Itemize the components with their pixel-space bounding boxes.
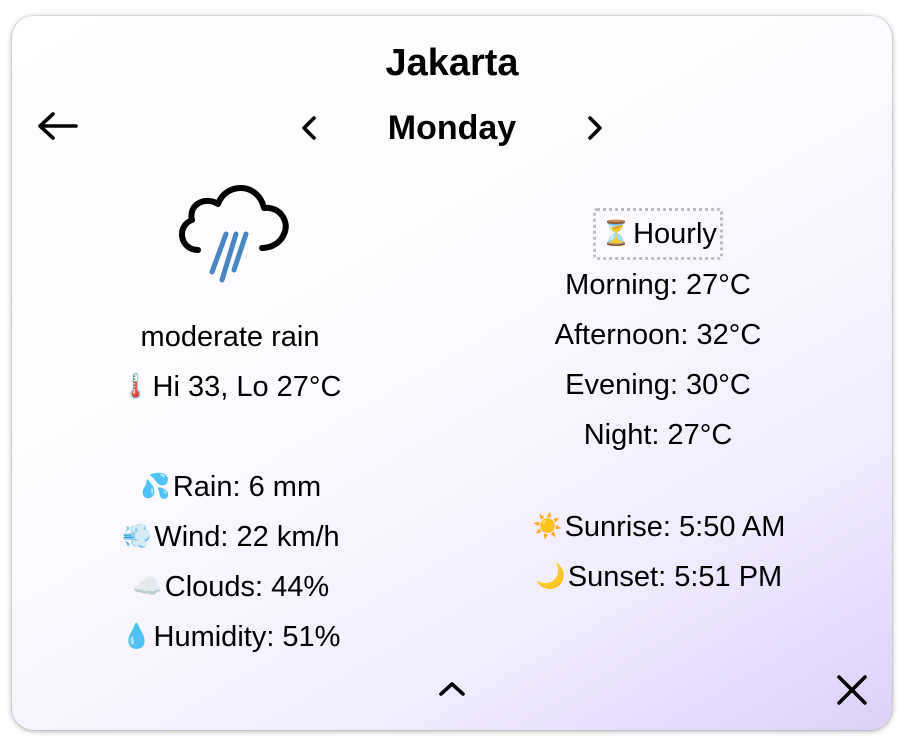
cloud-cover-text: Clouds: 44% <box>164 571 330 603</box>
cloud-cover: ☁️Clouds: 44% <box>32 562 428 612</box>
hourly-button-label: Hourly <box>633 218 717 250</box>
close-button[interactable] <box>830 670 874 710</box>
cloud-icon: ☁️ <box>132 573 163 600</box>
weather-card: Jakarta Monday moderate rain 🌡️Hi 33, Lo… <box>12 16 892 730</box>
collapse-button[interactable] <box>434 674 470 704</box>
weather-description: moderate rain <box>140 321 320 353</box>
droplets-icon: 💦 <box>140 473 171 500</box>
next-day-button[interactable] <box>580 110 610 146</box>
sunset: 🌙Sunset: 5:51 PM <box>458 552 858 602</box>
humidity: 💧Humidity: 51% <box>32 612 428 662</box>
sunrise-text: Sunrise: 5:50 AM <box>564 511 786 543</box>
morning-temperature: Morning: 27°C <box>565 269 751 301</box>
sunrise: ☀️Sunrise: 5:50 AM <box>458 502 858 552</box>
chevron-up-icon <box>439 682 465 696</box>
hourglass-icon: ⏳ <box>601 220 632 247</box>
wind-icon: 💨 <box>122 523 153 550</box>
rain-cloud-icon <box>179 185 289 283</box>
hourly-button[interactable]: ⏳Hourly <box>593 208 723 260</box>
sun-icon: ☀️ <box>532 513 563 540</box>
temperature-range: 🌡️Hi 33, Lo 27°C <box>32 362 428 412</box>
temperature-range-text: Hi 33, Lo 27°C <box>152 371 342 403</box>
current-conditions: moderate rain 🌡️Hi 33, Lo 27°C 💦Rain: 6 … <box>32 168 428 662</box>
rain-amount: 💦Rain: 6 mm <box>32 462 428 512</box>
rain-amount-text: Rain: 6 mm <box>172 471 322 503</box>
wind-speed-text: Wind: 22 km/h <box>154 521 340 553</box>
night-temperature: Night: 27°C <box>583 419 733 451</box>
wind-speed: 💨Wind: 22 km/h <box>32 512 428 562</box>
humidity-text: Humidity: 51% <box>153 621 341 653</box>
close-icon <box>837 675 867 705</box>
city-name: Jakarta <box>385 42 519 84</box>
day-name: Monday <box>387 109 517 147</box>
evening-temperature: Evening: 30°C <box>565 369 751 401</box>
droplet-icon: 💧 <box>121 623 152 650</box>
moon-icon: 🌙 <box>535 563 566 590</box>
hourly-forecast: ⏳Hourly Morning: 27°C Afternoon: 32°C Ev… <box>458 208 858 602</box>
thermometer-icon: 🌡️ <box>120 373 151 400</box>
day-navigation: Monday <box>12 106 892 150</box>
chevron-right-icon <box>588 116 602 140</box>
afternoon-temperature: Afternoon: 32°C <box>554 319 762 351</box>
sunset-text: Sunset: 5:51 PM <box>567 561 783 593</box>
